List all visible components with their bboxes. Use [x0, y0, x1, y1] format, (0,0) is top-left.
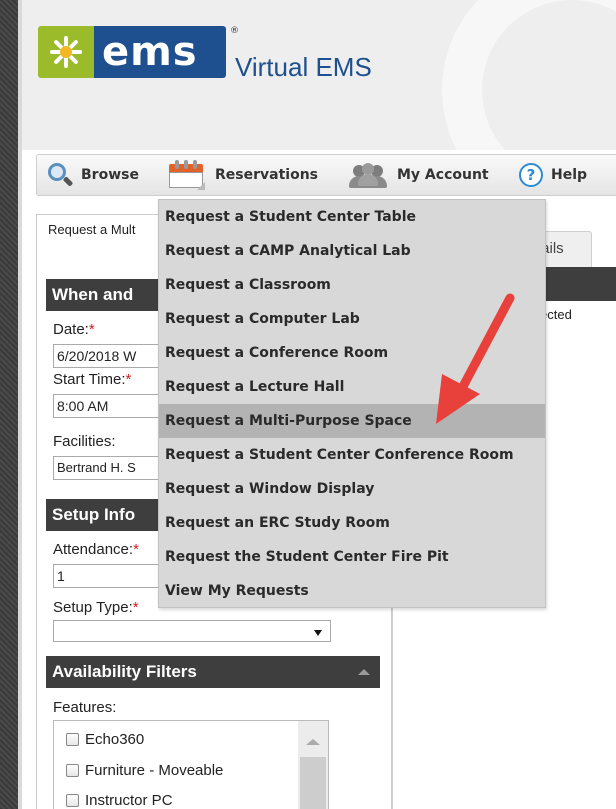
nav-help[interactable]: ? Help	[519, 155, 587, 195]
nav-reservations[interactable]: Reservations	[167, 155, 318, 195]
availability-section-header[interactable]: Availability Filters	[46, 656, 380, 688]
checkbox[interactable]	[66, 764, 79, 777]
scroll-up-icon[interactable]	[306, 739, 320, 745]
reservations-dropdown-menu: Request a Student Center Table Request a…	[158, 199, 546, 608]
logo-wordmark: ems	[94, 26, 226, 78]
features-list: Echo360 Furniture - Moveable Instructor …	[53, 720, 329, 809]
logo-registered-mark: ®	[230, 26, 239, 36]
header-decoration	[442, 0, 616, 150]
chevron-down-icon	[314, 630, 322, 636]
app-title: Virtual EMS	[235, 52, 372, 82]
nav-browse[interactable]: Browse	[47, 155, 139, 195]
required-marker: *	[133, 541, 139, 558]
required-marker: *	[88, 321, 95, 338]
menu-item-student-center-table[interactable]: Request a Student Center Table	[159, 200, 545, 234]
menu-item-lecture-hall[interactable]: Request a Lecture Hall	[159, 370, 545, 404]
menu-item-conference-room[interactable]: Request a Conference Room	[159, 336, 545, 370]
required-marker: *	[132, 599, 139, 616]
menu-item-camp-analytical-lab[interactable]: Request a CAMP Analytical Lab	[159, 234, 545, 268]
left-edge-stripe	[0, 0, 18, 809]
search-icon	[47, 162, 74, 188]
nav-help-label: Help	[551, 167, 588, 183]
app-header: ems ® Virtual EMS	[22, 0, 616, 150]
setup-type-label: Setup Type:*	[53, 599, 139, 616]
menu-item-computer-lab[interactable]: Request a Computer Lab	[159, 302, 545, 336]
setup-type-select[interactable]	[53, 620, 331, 642]
menu-item-student-center-conference-room[interactable]: Request a Student Center Conference Room	[159, 438, 545, 472]
users-icon	[349, 162, 389, 188]
calendar-icon	[167, 160, 207, 190]
start-time-label: Start Time:*	[53, 371, 132, 388]
attendance-field[interactable]: 1	[53, 564, 173, 588]
feature-label: Instructor PC	[85, 792, 173, 809]
ems-logo[interactable]: ems	[38, 26, 226, 78]
feature-item[interactable]: Instructor PC	[66, 792, 173, 809]
facilities-label: Facilities:	[53, 433, 116, 450]
menu-item-student-center-fire-pit[interactable]: Request the Student Center Fire Pit	[159, 540, 545, 574]
feature-label: Furniture - Moveable	[85, 762, 224, 779]
checkbox[interactable]	[66, 733, 79, 746]
main-nav-bar: Browse Reservations My Account ? Help	[36, 154, 616, 196]
nav-reservations-label: Reservations	[215, 167, 318, 183]
feature-item[interactable]: Furniture - Moveable	[66, 762, 223, 779]
nav-browse-label: Browse	[81, 167, 139, 183]
nav-my-account-label: My Account	[397, 167, 489, 183]
ems-burst-icon	[38, 26, 94, 78]
date-field[interactable]: 6/20/2018 W	[53, 344, 173, 368]
menu-item-erc-study-room[interactable]: Request an ERC Study Room	[159, 506, 545, 540]
menu-item-multi-purpose-space[interactable]: Request a Multi-Purpose Space	[159, 404, 545, 438]
breadcrumb[interactable]: Request a Mult	[48, 222, 135, 237]
availability-title: Availability Filters	[52, 662, 197, 681]
required-marker: *	[125, 371, 132, 388]
feature-item[interactable]: Echo360	[66, 731, 144, 748]
menu-item-classroom[interactable]: Request a Classroom	[159, 268, 545, 302]
chevron-up-icon[interactable]	[358, 669, 370, 675]
facilities-field[interactable]: Bertrand H. S	[53, 456, 173, 480]
menu-item-window-display[interactable]: Request a Window Display	[159, 472, 545, 506]
scroll-thumb[interactable]	[300, 757, 326, 809]
start-time-field[interactable]: 8:00 AM	[53, 394, 173, 418]
checkbox[interactable]	[66, 794, 79, 807]
features-label: Features:	[53, 699, 117, 716]
help-icon: ?	[519, 163, 543, 187]
menu-item-view-my-requests[interactable]: View My Requests	[159, 574, 545, 608]
nav-my-account[interactable]: My Account	[349, 155, 489, 195]
features-scrollbar[interactable]	[298, 721, 328, 809]
date-label: Date:*	[53, 321, 95, 338]
feature-label: Echo360	[85, 731, 145, 748]
attendance-label: Attendance:*	[53, 541, 139, 558]
